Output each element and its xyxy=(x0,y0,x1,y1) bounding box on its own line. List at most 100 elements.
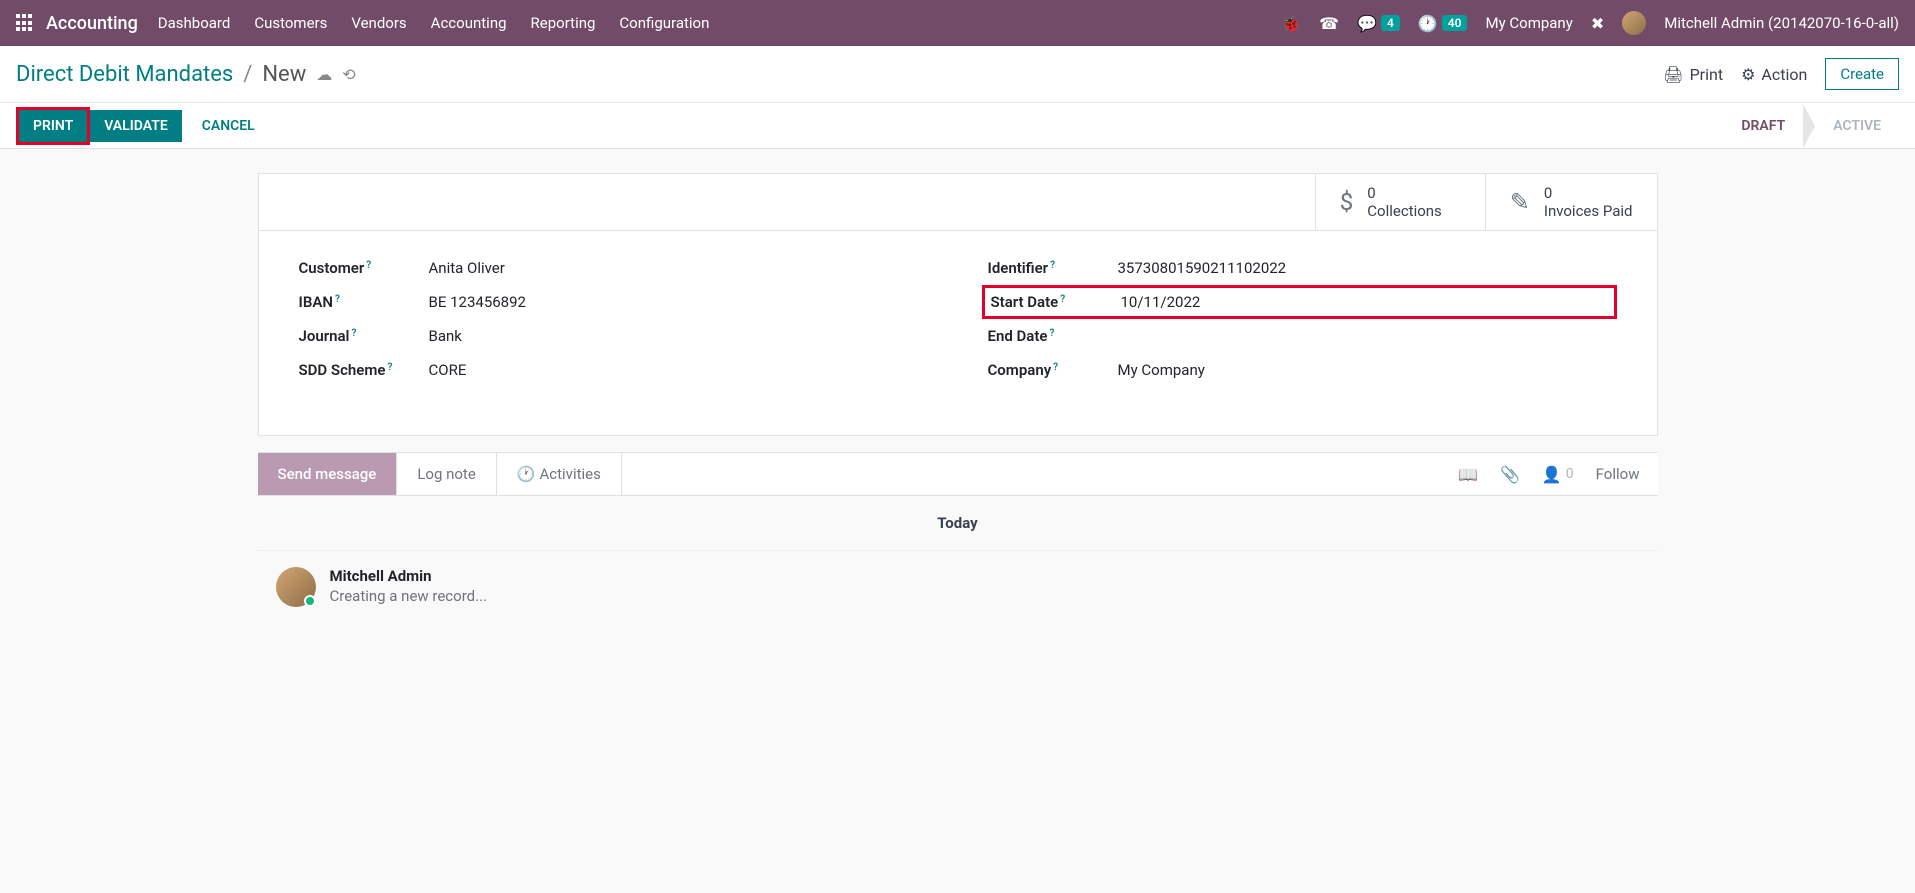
menu-accounting[interactable]: Accounting xyxy=(431,14,507,32)
help-icon[interactable]: ? xyxy=(1053,362,1058,373)
form-body: Customer? Anita Oliver IBAN? BE 12345689… xyxy=(259,231,1657,435)
message-avatar[interactable] xyxy=(276,567,316,607)
invoices-label: Invoices Paid xyxy=(1544,202,1633,220)
tools-icon[interactable]: ✖ xyxy=(1591,14,1604,33)
iban-value[interactable]: BE 123456892 xyxy=(429,293,526,311)
activities-tab[interactable]: 🕐Activities xyxy=(497,453,622,495)
collections-count: 0 xyxy=(1367,184,1442,202)
gear-icon: ⚙ xyxy=(1741,65,1755,84)
header-actions: 🖨 Print ⚙ Action Create xyxy=(1663,58,1899,90)
today-separator: Today xyxy=(258,496,1658,551)
help-icon[interactable]: ? xyxy=(351,328,356,339)
help-icon[interactable]: ? xyxy=(1049,328,1054,339)
help-icon[interactable]: ? xyxy=(1060,294,1065,305)
menu-dashboard[interactable]: Dashboard xyxy=(158,14,231,32)
stat-row: $ 0 Collections ✎ 0 Invoices Paid xyxy=(259,174,1657,231)
startdate-label: Start Date xyxy=(991,293,1059,311)
menu-reporting[interactable]: Reporting xyxy=(531,14,596,32)
journal-value[interactable]: Bank xyxy=(429,327,462,345)
follower-count: 0 xyxy=(1566,466,1574,482)
app-brand[interactable]: Accounting xyxy=(46,13,138,34)
company-label: Company xyxy=(988,361,1052,379)
message-author[interactable]: Mitchell Admin xyxy=(330,567,488,585)
field-identifier: Identifier? 35730801590211102022 xyxy=(988,259,1617,277)
followers[interactable]: 👤 0 xyxy=(1542,465,1574,484)
user-icon: 👤 xyxy=(1542,465,1562,484)
activity-indicator[interactable]: 🕐 40 xyxy=(1418,14,1468,33)
help-icon[interactable]: ? xyxy=(387,362,392,373)
startdate-value[interactable]: 10/11/2022 xyxy=(1121,293,1201,311)
activities-clock-icon: 🕐 xyxy=(517,465,536,483)
status-active[interactable]: ACTIVE xyxy=(1815,110,1899,142)
chatter: Send message Log note 🕐Activities 📖 📎 👤 … xyxy=(258,452,1658,623)
chat-indicator[interactable]: 💬 4 xyxy=(1357,14,1400,33)
cancel-button[interactable]: CANCEL xyxy=(188,110,269,142)
startdate-highlight: Start Date? 10/11/2022 xyxy=(982,285,1617,319)
right-column: Identifier? 35730801590211102022 Start D… xyxy=(988,259,1617,395)
field-enddate: End Date? xyxy=(988,327,1617,345)
identifier-value[interactable]: 35730801590211102022 xyxy=(1118,259,1287,277)
status-draft[interactable]: DRAFT xyxy=(1723,110,1803,142)
action-label: Action xyxy=(1761,65,1807,84)
field-iban: IBAN? BE 123456892 xyxy=(299,293,928,311)
field-company: Company? My Company xyxy=(988,361,1617,379)
support-icon[interactable]: ☎ xyxy=(1319,14,1339,33)
print-button[interactable]: PRINT xyxy=(19,110,87,142)
collections-label: Collections xyxy=(1367,202,1442,220)
cloud-save-icon[interactable]: ☁ xyxy=(316,65,332,84)
send-message-tab[interactable]: Send message xyxy=(258,453,398,495)
chat-badge: 4 xyxy=(1381,15,1400,31)
breadcrumb-current: New xyxy=(262,62,306,87)
iban-label: IBAN xyxy=(299,293,333,311)
customer-value[interactable]: Anita Oliver xyxy=(429,259,505,277)
menu-customers[interactable]: Customers xyxy=(254,14,327,32)
field-scheme: SDD Scheme? CORE xyxy=(299,361,928,379)
breadcrumb-parent[interactable]: Direct Debit Mandates xyxy=(16,62,233,87)
avatar[interactable] xyxy=(1622,11,1646,35)
follow-link[interactable]: Follow xyxy=(1596,465,1640,483)
status-arrow-icon xyxy=(1803,104,1815,148)
top-nav: Accounting Dashboard Customers Vendors A… xyxy=(0,0,1915,46)
field-startdate: Start Date? 10/11/2022 xyxy=(985,293,1614,311)
clock-badge: 40 xyxy=(1442,15,1468,31)
discard-icon[interactable]: ⟲ xyxy=(342,65,355,84)
log-message: Mitchell Admin Creating a new record... xyxy=(258,551,1658,623)
apps-icon[interactable] xyxy=(16,14,34,32)
book-icon[interactable]: 📖 xyxy=(1458,465,1478,484)
status-bar: DRAFT ACTIVE xyxy=(1723,104,1899,148)
message-text: Creating a new record... xyxy=(330,587,488,605)
breadcrumb-separator: / xyxy=(243,62,252,87)
print-highlight: PRINT xyxy=(16,107,90,145)
log-note-tab[interactable]: Log note xyxy=(397,453,496,495)
bug-icon[interactable]: 🐞 xyxy=(1281,14,1301,33)
menu-vendors[interactable]: Vendors xyxy=(351,14,406,32)
user-menu[interactable]: Mitchell Admin (20142070-16-0-all) xyxy=(1664,14,1899,32)
validate-button[interactable]: VALIDATE xyxy=(90,110,182,142)
identifier-label: Identifier xyxy=(988,259,1049,277)
help-icon[interactable]: ? xyxy=(366,260,371,271)
clock-icon: 🕐 xyxy=(1418,14,1438,33)
help-icon[interactable]: ? xyxy=(335,294,340,305)
field-journal: Journal? Bank xyxy=(299,327,928,345)
actions-row: PRINT VALIDATE CANCEL DRAFT ACTIVE xyxy=(0,103,1915,149)
stat-collections[interactable]: $ 0 Collections xyxy=(1315,174,1485,230)
action-link[interactable]: ⚙ Action xyxy=(1741,65,1807,84)
menu-configuration[interactable]: Configuration xyxy=(619,14,709,32)
help-icon[interactable]: ? xyxy=(1050,260,1055,271)
scheme-label: SDD Scheme xyxy=(299,361,386,379)
menu-items: Dashboard Customers Vendors Accounting R… xyxy=(158,14,710,32)
edit-icon: ✎ xyxy=(1510,188,1530,216)
activities-label: Activities xyxy=(539,465,600,483)
dollar-icon: $ xyxy=(1340,188,1354,216)
online-dot-icon xyxy=(304,595,316,607)
scheme-value[interactable]: CORE xyxy=(429,361,467,379)
company-value[interactable]: My Company xyxy=(1118,361,1205,379)
nav-right: 🐞 ☎ 💬 4 🕐 40 My Company ✖ Mitchell Admin… xyxy=(1281,11,1899,35)
print-link[interactable]: 🖨 Print xyxy=(1663,65,1723,84)
company-selector[interactable]: My Company xyxy=(1485,14,1572,32)
create-button[interactable]: Create xyxy=(1825,58,1899,90)
print-label: Print xyxy=(1690,65,1723,84)
attachment-icon[interactable]: 📎 xyxy=(1500,465,1520,484)
enddate-label: End Date xyxy=(988,327,1048,345)
stat-invoices[interactable]: ✎ 0 Invoices Paid xyxy=(1485,174,1657,230)
